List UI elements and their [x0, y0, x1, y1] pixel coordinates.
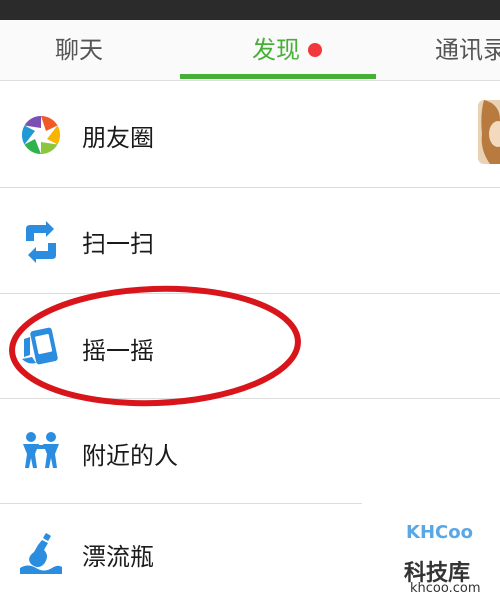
list-item-label: 附近的人 [82, 442, 178, 470]
list-item-moments[interactable]: 朋友圈 [0, 81, 500, 187]
list-item-label: 朋友圈 [82, 124, 154, 152]
tab-chats[interactable]: 聊天 [55, 20, 103, 80]
watermark-logo-text: KHCoo [406, 522, 473, 543]
status-bar [0, 0, 500, 20]
scan-arrows-icon [26, 221, 56, 263]
list-item-shake[interactable]: 摇一摇 [0, 294, 500, 398]
shake-phone-icon [22, 327, 58, 365]
moments-avatar-thumbnail [478, 100, 500, 164]
list-item-label: 扫一扫 [82, 230, 154, 258]
active-tab-indicator [180, 74, 376, 79]
list-item-scan[interactable]: 扫一扫 [0, 188, 500, 293]
list-item-label: 漂流瓶 [82, 543, 154, 571]
watermark-url: khcoo.com [410, 581, 481, 596]
nearby-people-icon [23, 432, 59, 468]
tab-discover[interactable]: 发现 [252, 20, 300, 80]
notification-badge [308, 43, 322, 57]
top-tab-bar: 聊天 发现 通讯录 [0, 20, 500, 81]
tab-contacts[interactable]: 通讯录 [435, 20, 500, 80]
moments-aperture-icon [21, 115, 61, 155]
drift-bottle-icon [20, 533, 62, 574]
list-item-nearby-people[interactable]: 附近的人 [0, 399, 500, 503]
list-item-label: 摇一摇 [82, 337, 154, 365]
watermark: KHCoo 科技库 khcoo.com [404, 522, 496, 596]
